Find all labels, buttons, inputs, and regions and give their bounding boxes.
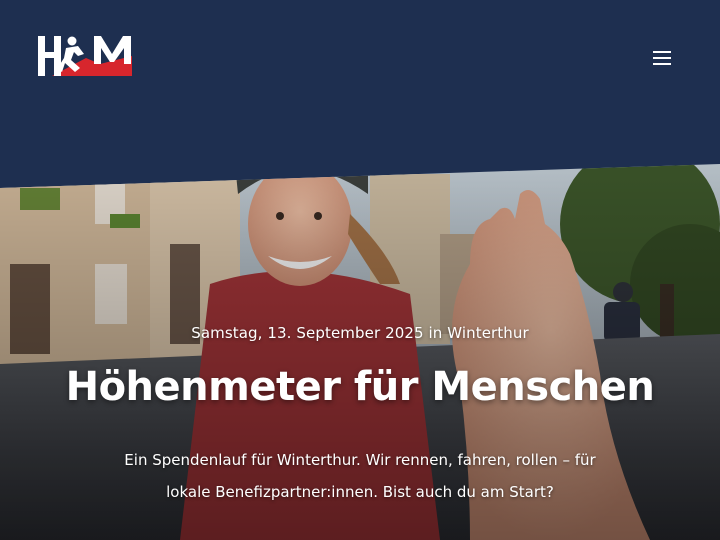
runner-mountain-logo [38, 36, 132, 76]
hamburger-menu-icon [653, 51, 671, 65]
hero-title: Höhenmeter für Menschen [65, 364, 655, 410]
hero-description: Ein Spendenlauf für Winterthur. Wir renn… [124, 451, 596, 501]
site-logo[interactable] [38, 36, 132, 76]
hero-section: Samstag, 13. September 2025 in Winterthu… [0, 164, 720, 540]
hero-content: Samstag, 13. September 2025 in Winterthu… [0, 164, 720, 540]
event-date: Samstag, 13. September 2025 in Winterthu… [191, 324, 529, 342]
menu-button[interactable] [648, 48, 676, 68]
